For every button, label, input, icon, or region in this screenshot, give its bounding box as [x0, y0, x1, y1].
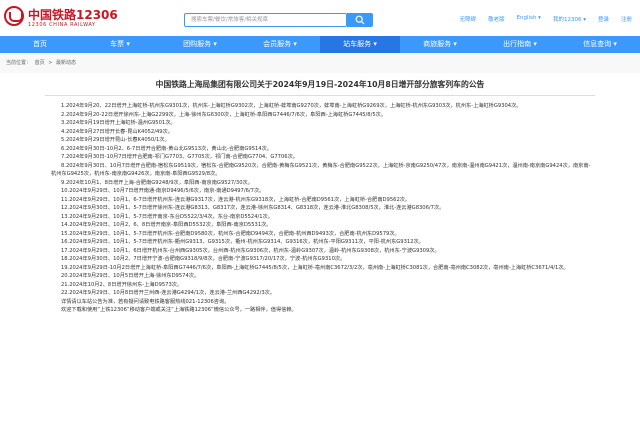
article-paragraph: 21.2024年10月2、8日增开徐州东-上海D9573次。 [61, 281, 183, 288]
article-paragraph: 11.2024年9月29日、10月1、6-7日增开杭州东-连云港G9317次，连… [61, 196, 411, 203]
article-paragraph: 15.2024年9月29日、10月1、5-7日增开杭州东-合肥南D9580次，杭… [61, 230, 400, 237]
article-paragraph: 2.2024年9月20-22日增开徐州东-上海G2299次，上海-徐州东G630… [61, 111, 387, 118]
article-title: 中国铁路上海局集团有限公司关于2024年9月19日-2024年10月8日增开部分… [155, 80, 485, 89]
article-paragraph: 19.2024年9月29日-10月2日增开上海虹桥-阜阳西G7446/7/6次，… [61, 264, 569, 271]
article-paragraph: 17.2024年9月29日、10月1、6日增开杭州东-台州西G9305次，台州西… [61, 247, 440, 254]
article-paragraph: 1.2024年9月20、22日增开上海虹桥-杭州东G9301次，杭州东-上海虹桥… [61, 103, 522, 109]
search-input[interactable]: 搜索车票/餐饮/常旅客/相关规章 [184, 13, 347, 27]
top-header: 中国铁路12306 12306 CHINA RAILWAY 搜索车票/餐饮/常旅… [0, 0, 640, 36]
article-paragraph: 6.2024年9月30日-10月2、6-7日增开合肥南-黄山北G9513次，黄山… [61, 145, 272, 152]
nav-info-query[interactable]: 信息查询 ▾ [560, 36, 640, 53]
login-link[interactable]: 登录 [598, 15, 609, 23]
register-link[interactable]: 注册 [621, 15, 632, 23]
main-nav: 首页 车票 ▾ 团购服务 ▾ 会员服务 ▾ 站车服务 ▾ 商旅服务 ▾ 出行指南… [0, 36, 640, 53]
article-paragraph: 12.2024年9月30日、10月1、5-7日增开徐州东-连云港G8313、G8… [61, 205, 445, 211]
logo-name: 中国铁路12306 [28, 8, 118, 22]
article-paragraph: 5.2024年9月29日增开昆山-长春K4050/1次。 [61, 137, 170, 143]
article-paragraph: 详情请以车站公告为准，若有疑问请致电铁路客服热线021-12306咨询。 [61, 298, 230, 305]
accessibility-link[interactable]: 无障碍 [460, 15, 477, 23]
nav-home[interactable]: 首页 [0, 36, 80, 53]
article-paragraph: 13.2024年9月29日、10月1、5-7日增开南京-东台D5522/3/4次… [61, 213, 273, 220]
breadcrumb-separator: > [48, 60, 53, 66]
article-body: 1.2024年9月20、22日增开上海虹桥-杭州东G9301次，杭州东-上海虹桥… [45, 102, 595, 315]
breadcrumb: 当前位置： 首页 > 最新动态 [0, 53, 640, 73]
article: 中国铁路上海局集团有限公司关于2024年9月19日-2024年10月8日增开部分… [0, 79, 640, 315]
article-paragraph: 3.2024年9月19日增开上海虹桥-温州G9501次。 [61, 120, 176, 126]
breadcrumb-prefix: 当前位置： [6, 60, 32, 66]
article-paragraph: 20.2024年9月29日、10月5日增开上海-徐州东D9574次。 [61, 273, 200, 279]
top-links: 无障碍 敬老版 English ▾ 我的12306 ▾ 登录 注册 [460, 15, 632, 23]
my-12306-menu[interactable]: 我的12306 ▾ [553, 15, 586, 23]
nav-tickets[interactable]: 车票 ▾ [80, 36, 160, 53]
article-paragraph: 4.2024年9月27日增开长春-昆山K4052/49次。 [61, 128, 173, 135]
breadcrumb-home[interactable]: 首页 [35, 60, 45, 66]
article-paragraph: 22.2024年9月29日、10月8日增开兰州西-连云港G4294/1次，连云港… [61, 290, 276, 296]
article-paragraph: 7.2024年9月30日-10月7日增开合肥南-祁门G7703、G7705次，祁… [61, 154, 298, 160]
search-icon [355, 15, 365, 25]
article-paragraph: 欢迎下载和使用“上铁12306”移动客户端或关注“上海铁路12306”微信公众号… [61, 307, 297, 313]
nav-member-service[interactable]: 会员服务 ▾ [240, 36, 320, 53]
article-paragraph: 18.2024年9月30日、10月2、7日增开宁波-合肥南G9318/9/8次，… [61, 256, 346, 262]
article-paragraph: 9.2024年10月1、8日增开上海-合肥南G9248/9次，阜阳西-南京南G9… [61, 179, 253, 186]
language-select[interactable]: English ▾ [517, 15, 541, 23]
elderly-mode-link[interactable]: 敬老版 [488, 15, 505, 23]
title-divider [45, 95, 595, 96]
site-logo[interactable]: 中国铁路12306 12306 CHINA RAILWAY [4, 6, 124, 32]
railway-emblem-icon [4, 6, 24, 26]
logo-subtitle: 12306 CHINA RAILWAY [28, 22, 96, 28]
article-paragraph: 8.2024年9月30日、10月7日增开合肥南-宿松东G9519次，宿松东-合肥… [51, 162, 591, 178]
nav-station-service[interactable]: 站车服务 ▾ [320, 36, 400, 53]
nav-business-service[interactable]: 商旅服务 ▾ [400, 36, 480, 53]
breadcrumb-current[interactable]: 最新动态 [56, 60, 76, 66]
article-paragraph: 10.2024年9月29日、10月7日增开南通-南京D9496/5/6次，南京-… [61, 188, 265, 194]
article-paragraph: 16.2024年9月29日、10月1、5-7日增开杭州东-衢州G9313、G93… [61, 239, 424, 245]
article-paragraph: 14.2024年9月29日、10月2、6、8日增开南京-阜阳西D5532次，阜阳… [61, 222, 272, 228]
nav-group-service[interactable]: 团购服务 ▾ [160, 36, 240, 53]
search-button[interactable] [347, 13, 373, 27]
nav-travel-guide[interactable]: 出行指南 ▾ [480, 36, 560, 53]
